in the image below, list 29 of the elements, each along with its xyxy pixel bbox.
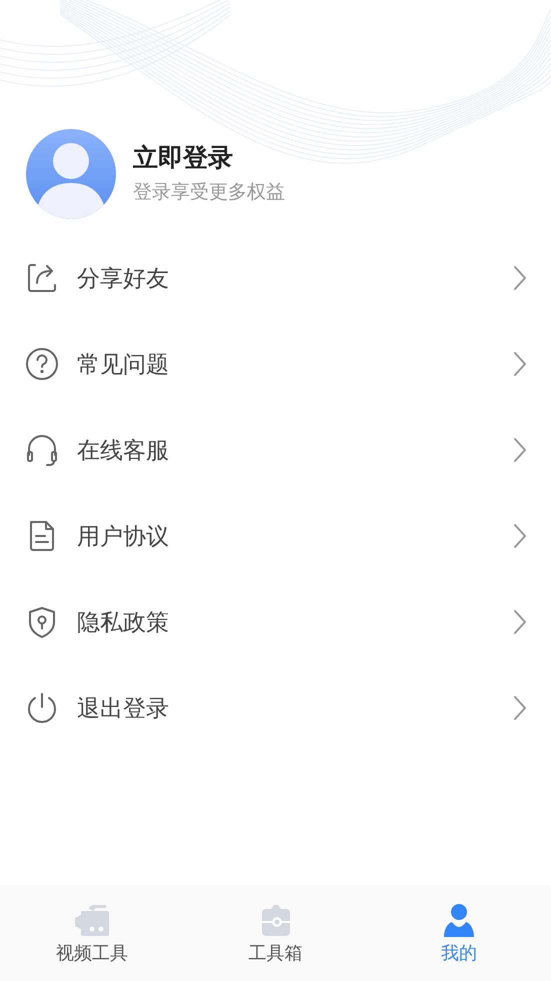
headset-icon [25, 433, 59, 467]
chevron-right-icon [513, 265, 527, 291]
chevron-right-icon [513, 609, 527, 635]
help-icon [25, 347, 59, 381]
menu-item[interactable]: 常见问题 [0, 321, 551, 407]
video-camera-icon [74, 903, 109, 937]
login-title[interactable]: 立即登录 [133, 143, 285, 173]
chevron-right-icon [513, 523, 527, 549]
menu-label: 隐私政策 [77, 608, 170, 637]
menu-item[interactable]: 隐私政策 [0, 579, 551, 665]
menu-item[interactable]: 退出登录 [0, 665, 551, 751]
tab[interactable]: 工具箱 [184, 885, 368, 981]
menu-label: 在线客服 [77, 436, 170, 465]
menu-label: 分享好友 [77, 264, 170, 293]
menu-item[interactable]: 用户协议 [0, 493, 551, 579]
menu-label: 常见问题 [77, 350, 170, 379]
chevron-right-icon [513, 351, 527, 377]
menu-label: 用户协议 [77, 522, 170, 551]
tab[interactable]: 视频工具 [0, 885, 184, 981]
share-icon [25, 261, 59, 295]
menu-item[interactable]: 分享好友 [0, 235, 551, 321]
menu-label: 退出登录 [77, 694, 170, 723]
chevron-right-icon [513, 437, 527, 463]
login-subtitle: 登录享受更多权益 [133, 181, 285, 205]
chevron-right-icon [513, 695, 527, 721]
power-icon [25, 691, 59, 725]
person-icon [442, 903, 476, 937]
menu-item[interactable]: 在线客服 [0, 407, 551, 493]
avatar[interactable] [26, 129, 116, 219]
